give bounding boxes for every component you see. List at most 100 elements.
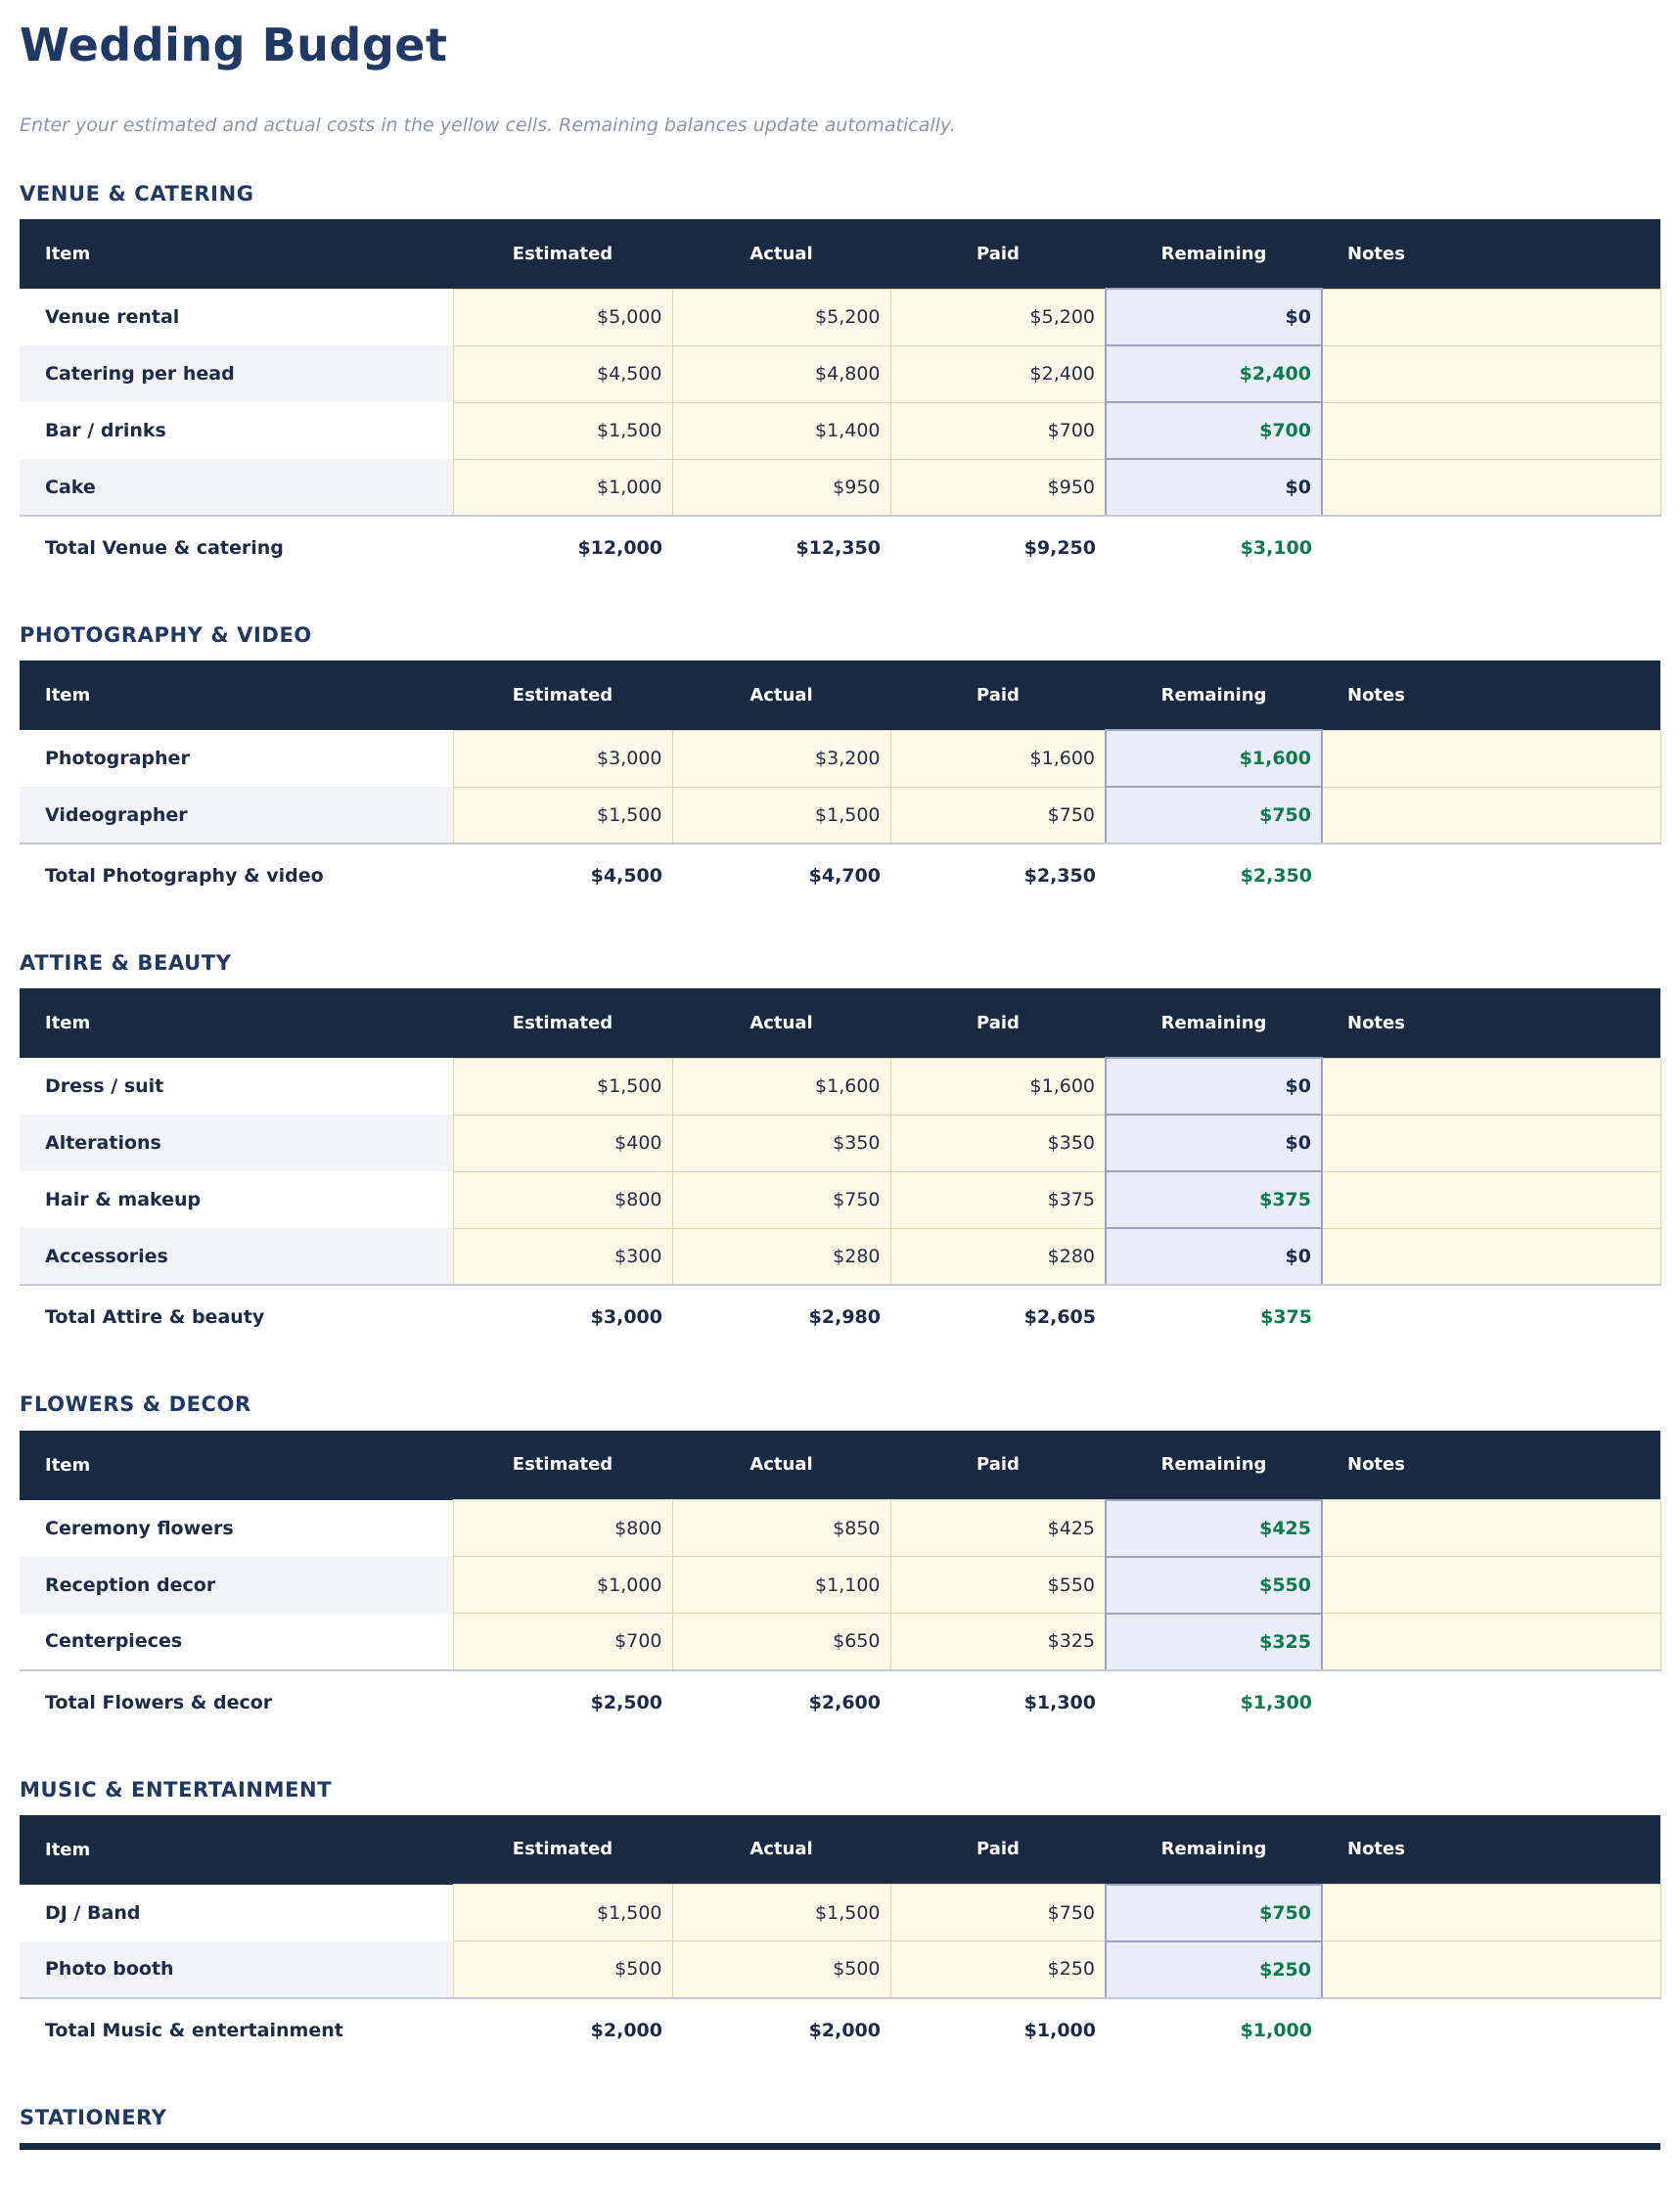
- remaining-cell: $0: [1106, 1115, 1322, 1171]
- estimated-cell[interactable]: $1,500: [453, 1058, 672, 1115]
- paid-cell[interactable]: $375: [890, 1171, 1106, 1228]
- item-label: Venue rental: [20, 289, 453, 345]
- table-row: Dress / suit $1,500 $1,600 $1,600 $0: [20, 1058, 1660, 1115]
- table-header-row: Item Estimated Actual Paid Remaining Not…: [20, 1815, 1660, 1885]
- column-header-remaining: Remaining: [1106, 219, 1322, 289]
- actual-cell[interactable]: $5,200: [672, 289, 890, 345]
- actual-cell[interactable]: $1,600: [672, 1058, 890, 1115]
- column-header-notes: Notes: [1322, 219, 1660, 289]
- total-row: Total Music & entertainment $2,000 $2,00…: [20, 1998, 1660, 2062]
- estimated-cell[interactable]: $500: [453, 1941, 672, 1998]
- paid-cell[interactable]: $1,600: [890, 1058, 1106, 1115]
- estimated-cell[interactable]: $1,500: [453, 402, 672, 459]
- section-music-entertainment: MUSIC & ENTERTAINMENT Item Estimated Act…: [20, 1779, 1660, 2062]
- paid-cell[interactable]: $250: [890, 1941, 1106, 1998]
- notes-cell[interactable]: [1322, 1171, 1660, 1228]
- total-notes-spacer: [1322, 844, 1660, 907]
- actual-cell[interactable]: $350: [672, 1115, 890, 1171]
- paid-cell[interactable]: $700: [890, 402, 1106, 459]
- total-estimated: $2,500: [453, 1670, 672, 1734]
- estimated-cell[interactable]: $1,500: [453, 1885, 672, 1941]
- total-actual: $2,000: [672, 1998, 890, 2062]
- notes-cell[interactable]: [1322, 345, 1660, 402]
- item-label: Cake: [20, 459, 453, 516]
- estimated-cell[interactable]: $400: [453, 1115, 672, 1171]
- estimated-cell[interactable]: $800: [453, 1500, 672, 1557]
- total-paid: $1,300: [890, 1670, 1106, 1734]
- paid-cell[interactable]: $325: [890, 1614, 1106, 1670]
- actual-cell[interactable]: $950: [672, 459, 890, 516]
- notes-cell[interactable]: [1322, 1115, 1660, 1171]
- column-header-estimated: Estimated: [453, 1431, 672, 1500]
- page-title: Wedding Budget: [20, 18, 1660, 74]
- actual-cell[interactable]: $1,100: [672, 1557, 890, 1614]
- paid-cell[interactable]: $950: [890, 459, 1106, 516]
- remaining-cell: $750: [1106, 787, 1322, 844]
- column-header-estimated: Estimated: [453, 1815, 672, 1885]
- notes-cell[interactable]: [1322, 1557, 1660, 1614]
- estimated-cell[interactable]: $1,500: [453, 787, 672, 844]
- estimated-cell[interactable]: $3,000: [453, 730, 672, 787]
- actual-cell[interactable]: $4,800: [672, 345, 890, 402]
- estimated-cell[interactable]: $700: [453, 1614, 672, 1670]
- actual-cell[interactable]: $3,200: [672, 730, 890, 787]
- section-title: PHOTOGRAPHY & VIDEO: [20, 624, 1660, 647]
- paid-cell[interactable]: $1,600: [890, 730, 1106, 787]
- estimated-cell[interactable]: $1,000: [453, 459, 672, 516]
- paid-cell[interactable]: $425: [890, 1500, 1106, 1557]
- paid-cell[interactable]: $5,200: [890, 289, 1106, 345]
- notes-cell[interactable]: [1322, 1614, 1660, 1670]
- estimated-cell[interactable]: $1,000: [453, 1557, 672, 1614]
- table-header-row: Item Estimated Actual Paid Remaining Not…: [20, 661, 1660, 730]
- paid-cell[interactable]: $750: [890, 1885, 1106, 1941]
- actual-cell[interactable]: $650: [672, 1614, 890, 1670]
- actual-cell[interactable]: $850: [672, 1500, 890, 1557]
- estimated-cell[interactable]: $300: [453, 1228, 672, 1285]
- total-estimated: $4,500: [453, 844, 672, 907]
- remaining-cell: $0: [1106, 1228, 1322, 1285]
- total-remaining: $1,300: [1106, 1670, 1322, 1734]
- total-estimated: $12,000: [453, 516, 672, 579]
- notes-cell[interactable]: [1322, 1228, 1660, 1285]
- notes-cell[interactable]: [1322, 402, 1660, 459]
- actual-cell[interactable]: $1,500: [672, 1885, 890, 1941]
- paid-cell[interactable]: $550: [890, 1557, 1106, 1614]
- notes-cell[interactable]: [1322, 1058, 1660, 1115]
- notes-cell[interactable]: [1322, 1941, 1660, 1998]
- notes-cell[interactable]: [1322, 730, 1660, 787]
- remaining-cell: $375: [1106, 1171, 1322, 1228]
- stationery-table-top-edge: [20, 2143, 1660, 2150]
- actual-cell[interactable]: $750: [672, 1171, 890, 1228]
- notes-cell[interactable]: [1322, 1885, 1660, 1941]
- column-header-actual: Actual: [672, 1431, 890, 1500]
- section-venue-catering: VENUE & CATERING Item Estimated Actual P…: [20, 183, 1660, 579]
- item-label: Alterations: [20, 1115, 453, 1171]
- paid-cell[interactable]: $350: [890, 1115, 1106, 1171]
- item-label: Videographer: [20, 787, 453, 844]
- paid-cell[interactable]: $280: [890, 1228, 1106, 1285]
- total-remaining: $375: [1106, 1285, 1322, 1348]
- total-estimated: $2,000: [453, 1998, 672, 2062]
- actual-cell[interactable]: $280: [672, 1228, 890, 1285]
- estimated-cell[interactable]: $800: [453, 1171, 672, 1228]
- notes-cell[interactable]: [1322, 459, 1660, 516]
- notes-cell[interactable]: [1322, 289, 1660, 345]
- actual-cell[interactable]: $1,400: [672, 402, 890, 459]
- remaining-cell: $425: [1106, 1500, 1322, 1557]
- estimated-cell[interactable]: $4,500: [453, 345, 672, 402]
- actual-cell[interactable]: $1,500: [672, 787, 890, 844]
- budget-table: Item Estimated Actual Paid Remaining Not…: [20, 1815, 1661, 2062]
- total-row: Total Venue & catering $12,000 $12,350 $…: [20, 516, 1660, 579]
- total-row: Total Photography & video $4,500 $4,700 …: [20, 844, 1660, 907]
- section-title: STATIONERY: [20, 2107, 1660, 2129]
- total-row: Total Attire & beauty $3,000 $2,980 $2,6…: [20, 1285, 1660, 1348]
- actual-cell[interactable]: $500: [672, 1941, 890, 1998]
- section-title: VENUE & CATERING: [20, 183, 1660, 205]
- notes-cell[interactable]: [1322, 787, 1660, 844]
- column-header-paid: Paid: [890, 661, 1106, 730]
- paid-cell[interactable]: $2,400: [890, 345, 1106, 402]
- estimated-cell[interactable]: $5,000: [453, 289, 672, 345]
- paid-cell[interactable]: $750: [890, 787, 1106, 844]
- notes-cell[interactable]: [1322, 1500, 1660, 1557]
- table-header-row: Item Estimated Actual Paid Remaining Not…: [20, 988, 1660, 1058]
